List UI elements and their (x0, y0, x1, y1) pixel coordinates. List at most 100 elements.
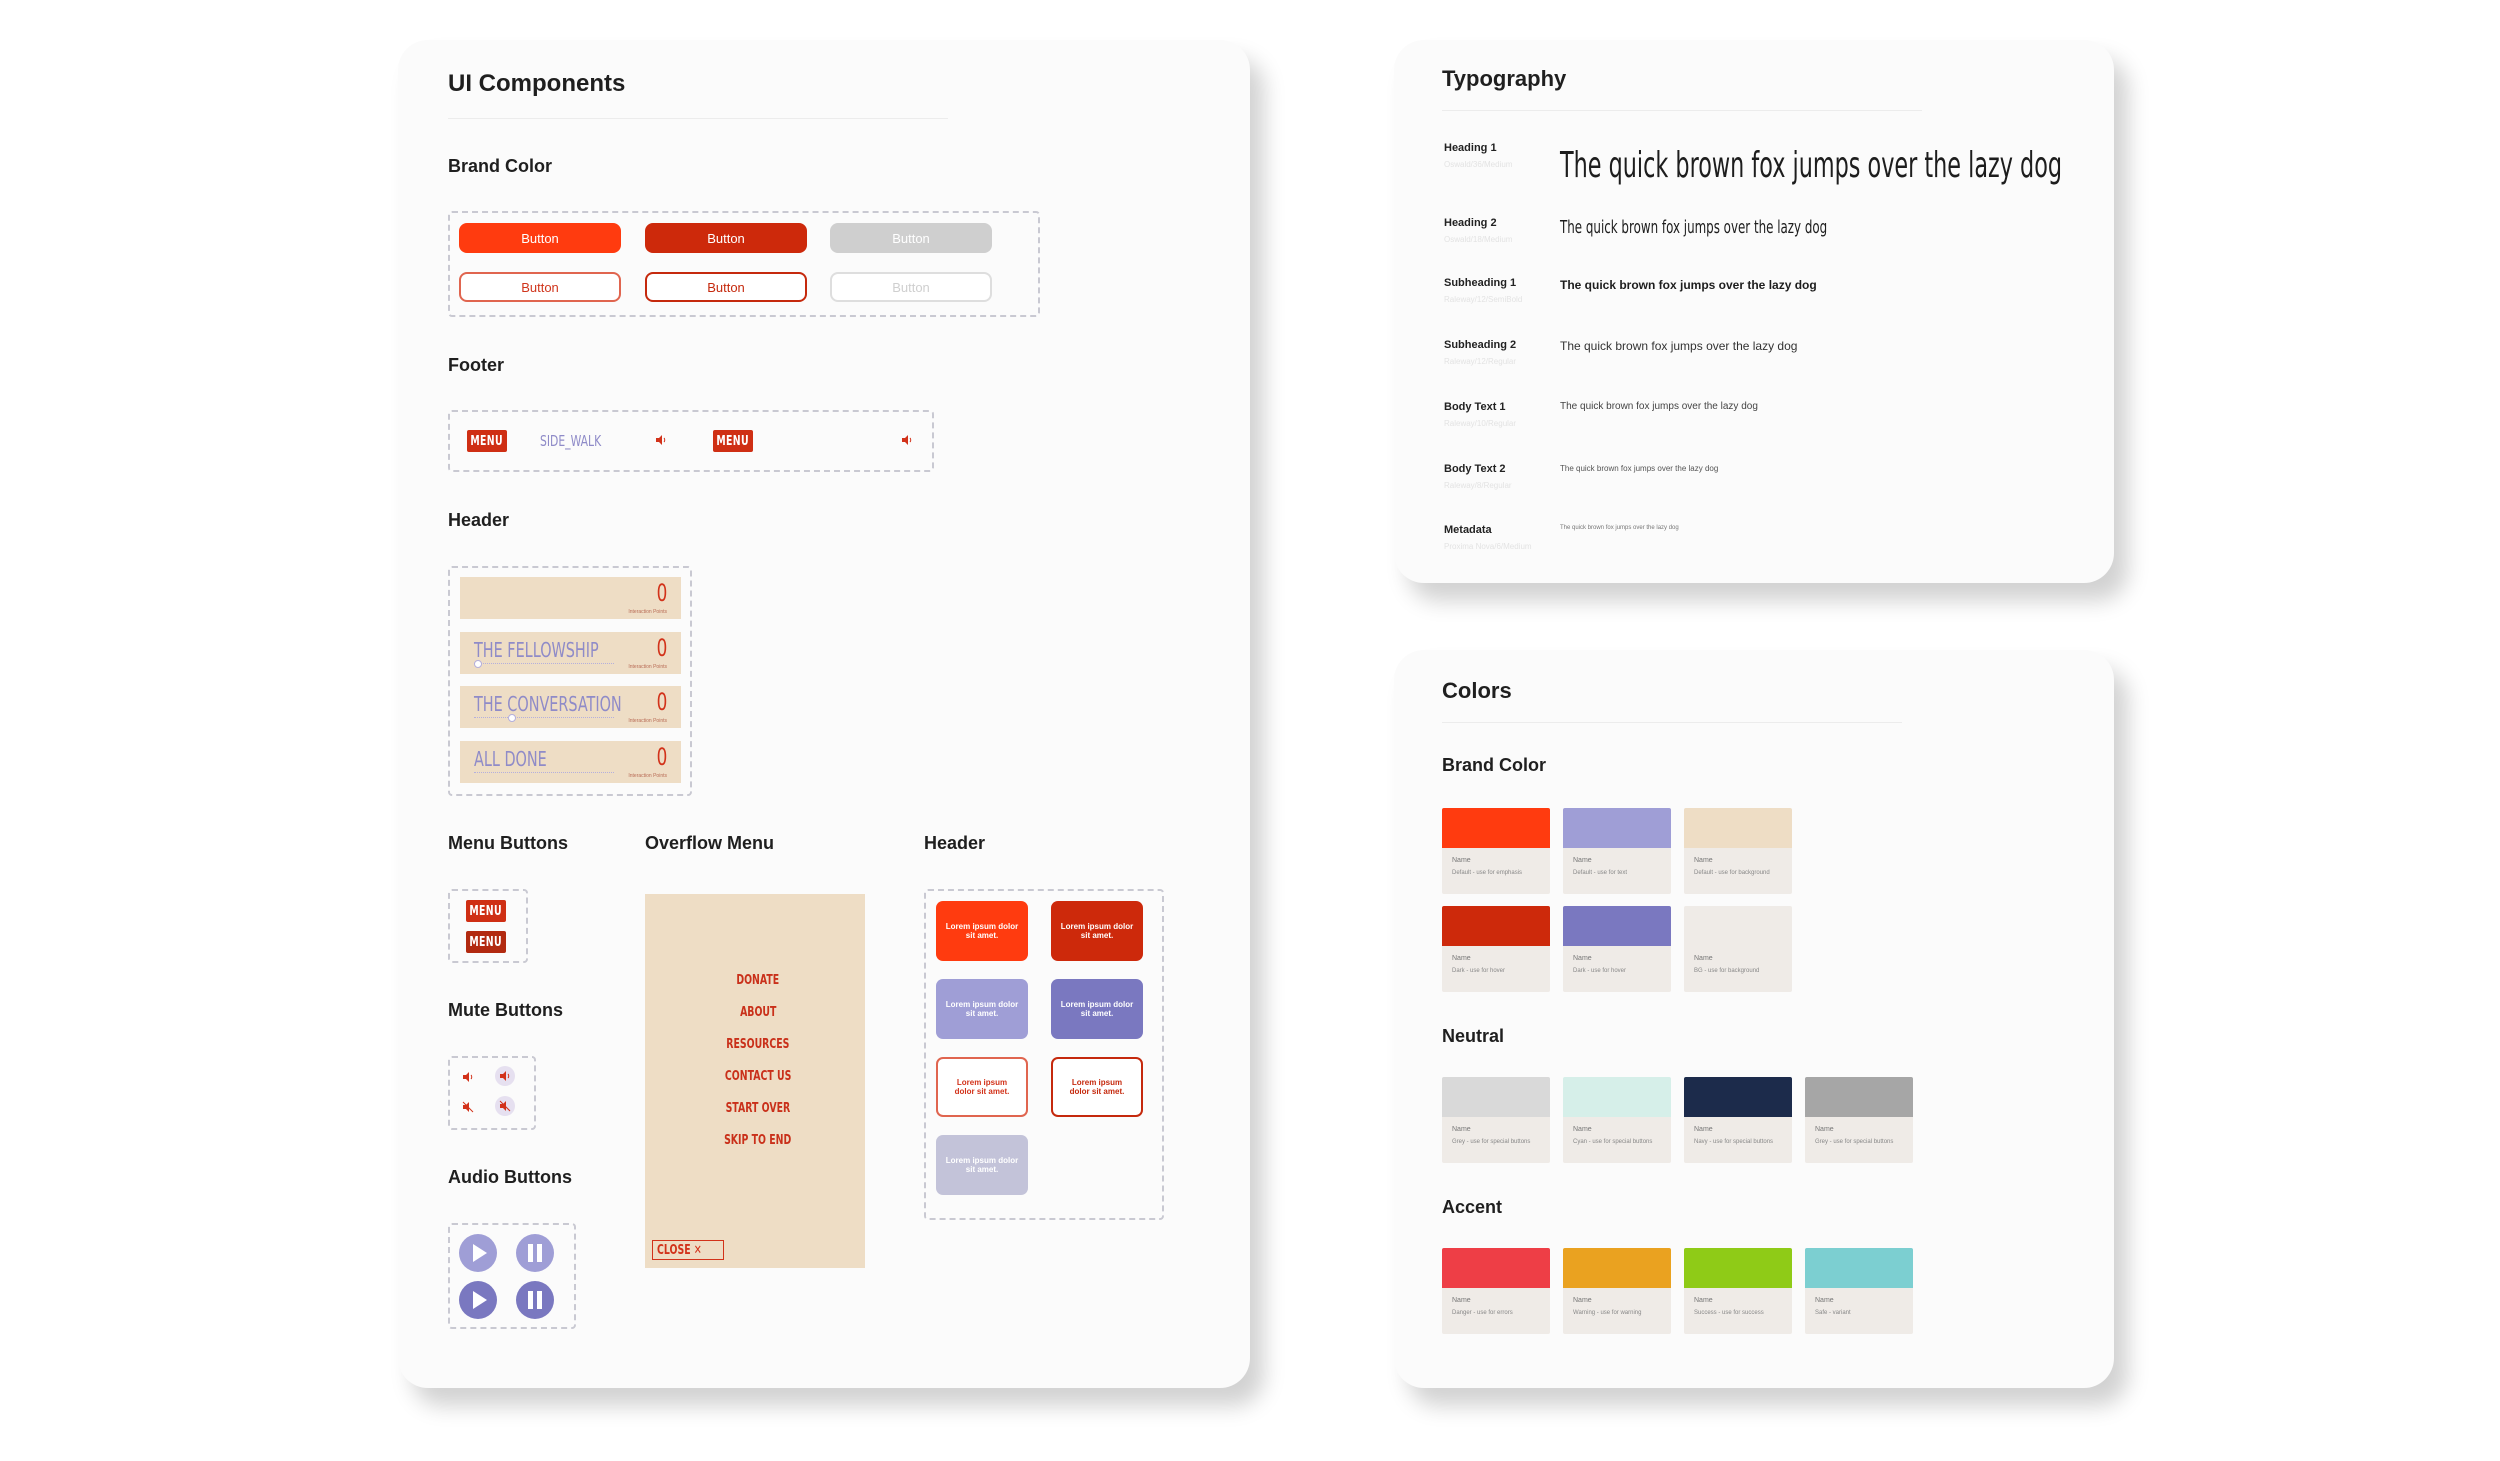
title-divider (448, 118, 948, 119)
header-row-title: ALL DONE (474, 747, 547, 771)
header-heading: Header (448, 510, 510, 530)
header-row-title: THE CONVERSATION (474, 692, 622, 716)
swatch-description: Default - use for emphasis (1452, 870, 1523, 876)
header-points: 0 (656, 634, 667, 662)
menu-button[interactable]: MENU (466, 900, 506, 922)
speaker-icon[interactable] (462, 1071, 474, 1083)
overflow-item-skip[interactable]: SKIP TO END (648, 1132, 868, 1148)
type-label-metadata: Metadata (1444, 524, 1492, 536)
mute-hover-icon[interactable] (495, 1096, 515, 1116)
swatch-info: Name Dark - use for hover (1442, 946, 1550, 992)
primary-button-disabled[interactable]: Button (830, 223, 992, 253)
swatch-description: BG - use for background (1694, 968, 1760, 974)
accent-swatch: Name Danger - use for errors (1442, 1248, 1550, 1334)
outline-button[interactable]: Button (459, 272, 621, 302)
swatch-name: Name (1694, 955, 1713, 962)
swatch-description: Dark - use for hover (1573, 968, 1627, 974)
swatch-name: Name (1694, 1297, 1713, 1304)
neutral-swatch: Name Grey - use for special buttons (1442, 1077, 1550, 1163)
tile-secondary-hover[interactable]: Lorem ipsum dolor sit amet. (1051, 979, 1143, 1039)
swatch-color (1563, 808, 1671, 848)
footer-speaker-icon[interactable] (655, 434, 667, 446)
overflow-item-resources[interactable]: RESOURCES (648, 1036, 868, 1052)
type-spec-body1: Raleway/10/Regular (1444, 419, 1517, 428)
colors-brand-heading: Brand Color (1442, 755, 1547, 775)
tile-secondary[interactable]: Lorem ipsum dolor sit amet. (936, 979, 1028, 1039)
neutral-swatch: Name Cyan - use for special buttons (1563, 1077, 1671, 1163)
play-button-hover[interactable] (459, 1281, 497, 1319)
overflow-item-start-over[interactable]: START OVER (648, 1100, 868, 1116)
menu-buttons-heading: Menu Buttons (448, 833, 568, 853)
header-row-all-done: ALL DONE 0 Interaction Points (460, 741, 681, 783)
tile-outline[interactable]: Lorem ipsum dolor sit amet. (936, 1057, 1028, 1117)
header-tiles-heading: Header (924, 833, 986, 853)
outline-button-hover[interactable]: Button (645, 272, 807, 302)
swatch-name: Name (1573, 1126, 1592, 1133)
brand-swatch: Name Dark - use for hover (1563, 906, 1671, 992)
type-spec-h2: Oswald/18/Medium (1444, 235, 1513, 244)
type-sample-metadata: The quick brown fox jumps over the lazy … (1560, 525, 1679, 531)
speaker-hover-icon[interactable] (495, 1066, 515, 1086)
header-points: 0 (656, 688, 667, 716)
footer-heading: Footer (448, 355, 504, 375)
accent-swatch: Name Safe - variant (1805, 1248, 1913, 1334)
close-button[interactable]: CLOSE ✕ (652, 1240, 725, 1260)
swatch-name: Name (1452, 857, 1471, 864)
overflow-item-contact[interactable]: CONTACT US (648, 1068, 868, 1084)
swatch-name: Name (1815, 1126, 1834, 1133)
brand-swatch: Name Default - use for background (1684, 808, 1792, 894)
footer-title: SIDE_WALK (540, 432, 602, 450)
progress-dot (474, 660, 482, 668)
swatch-description: Cyan - use for special buttons (1573, 1139, 1653, 1145)
type-spec-sub1: Raleway/12/SemiBold (1444, 295, 1523, 304)
primary-button-hover[interactable]: Button (645, 223, 807, 253)
typography-title: Typography (1442, 66, 1567, 91)
header-row-title: THE FELLOWSHIP (474, 638, 599, 662)
play-button[interactable] (459, 1234, 497, 1272)
swatch-color (1805, 1248, 1913, 1288)
type-spec-metadata: Proxima Nova/6/Medium (1444, 542, 1532, 551)
type-spec-h1: Oswald/36/Medium (1444, 160, 1513, 169)
accent-swatch: Name Success - use for success (1684, 1248, 1792, 1334)
tile-outline-hover[interactable]: Lorem ipsum dolor sit amet. (1051, 1057, 1143, 1117)
menu-button-hover[interactable]: MENU (466, 931, 506, 953)
audio-buttons-heading: Audio Buttons (448, 1167, 572, 1187)
swatch-info: Name Success - use for success (1684, 1288, 1792, 1334)
swatch-info: Name Grey - use for special buttons (1442, 1117, 1550, 1163)
footer-menu-button[interactable]: MENU (467, 430, 507, 452)
swatch-name: Name (1452, 1126, 1471, 1133)
tile-primary[interactable]: Lorem ipsum dolor sit amet. (936, 901, 1028, 961)
type-spec-sub2: Raleway/12/Regular (1444, 357, 1517, 366)
swatch-color (1805, 1077, 1913, 1117)
swatch-info: Name BG - use for background (1684, 946, 1792, 992)
type-label-body2: Body Text 2 (1444, 463, 1506, 475)
swatch-info: Name Warning - use for warning (1563, 1288, 1671, 1334)
swatch-description: Safe - variant (1815, 1310, 1851, 1316)
swatch-description: Dark - use for hover (1452, 968, 1506, 974)
mute-icon[interactable] (462, 1101, 474, 1113)
swatch-color (1442, 906, 1550, 946)
tile-primary-hover[interactable]: Lorem ipsum dolor sit amet. (1051, 901, 1143, 961)
swatch-color (1442, 1248, 1550, 1288)
pause-button-hover[interactable] (516, 1281, 554, 1319)
colors-divider (1442, 722, 1902, 723)
outline-button-disabled[interactable]: Button (830, 272, 992, 302)
brand-swatch: Name Default - use for emphasis (1442, 808, 1550, 894)
tile-disabled[interactable]: Lorem ipsum dolor sit amet. (936, 1135, 1028, 1195)
type-sample-sub2: The quick brown fox jumps over the lazy … (1560, 339, 1798, 353)
ui-components-title: UI Components (448, 70, 626, 97)
footer-group (448, 410, 934, 472)
overflow-item-donate[interactable]: DONATE (648, 972, 868, 988)
swatch-color (1442, 808, 1550, 848)
swatch-info: Name Navy - use for special buttons (1684, 1117, 1792, 1163)
footer-speaker-icon-alt[interactable] (901, 434, 913, 446)
primary-button[interactable]: Button (459, 223, 621, 253)
mute-buttons-group (448, 1056, 536, 1130)
overflow-item-about[interactable]: ABOUT (648, 1004, 868, 1020)
pause-button[interactable] (516, 1234, 554, 1272)
swatch-name: Name (1694, 857, 1713, 864)
type-sample-body1: The quick brown fox jumps over the lazy … (1560, 401, 1758, 412)
swatch-description: Danger - use for errors (1452, 1310, 1513, 1316)
footer-menu-button-alt[interactable]: MENU (713, 430, 753, 452)
type-sample-h1: The quick brown fox jumps over the lazy … (1560, 145, 2063, 186)
